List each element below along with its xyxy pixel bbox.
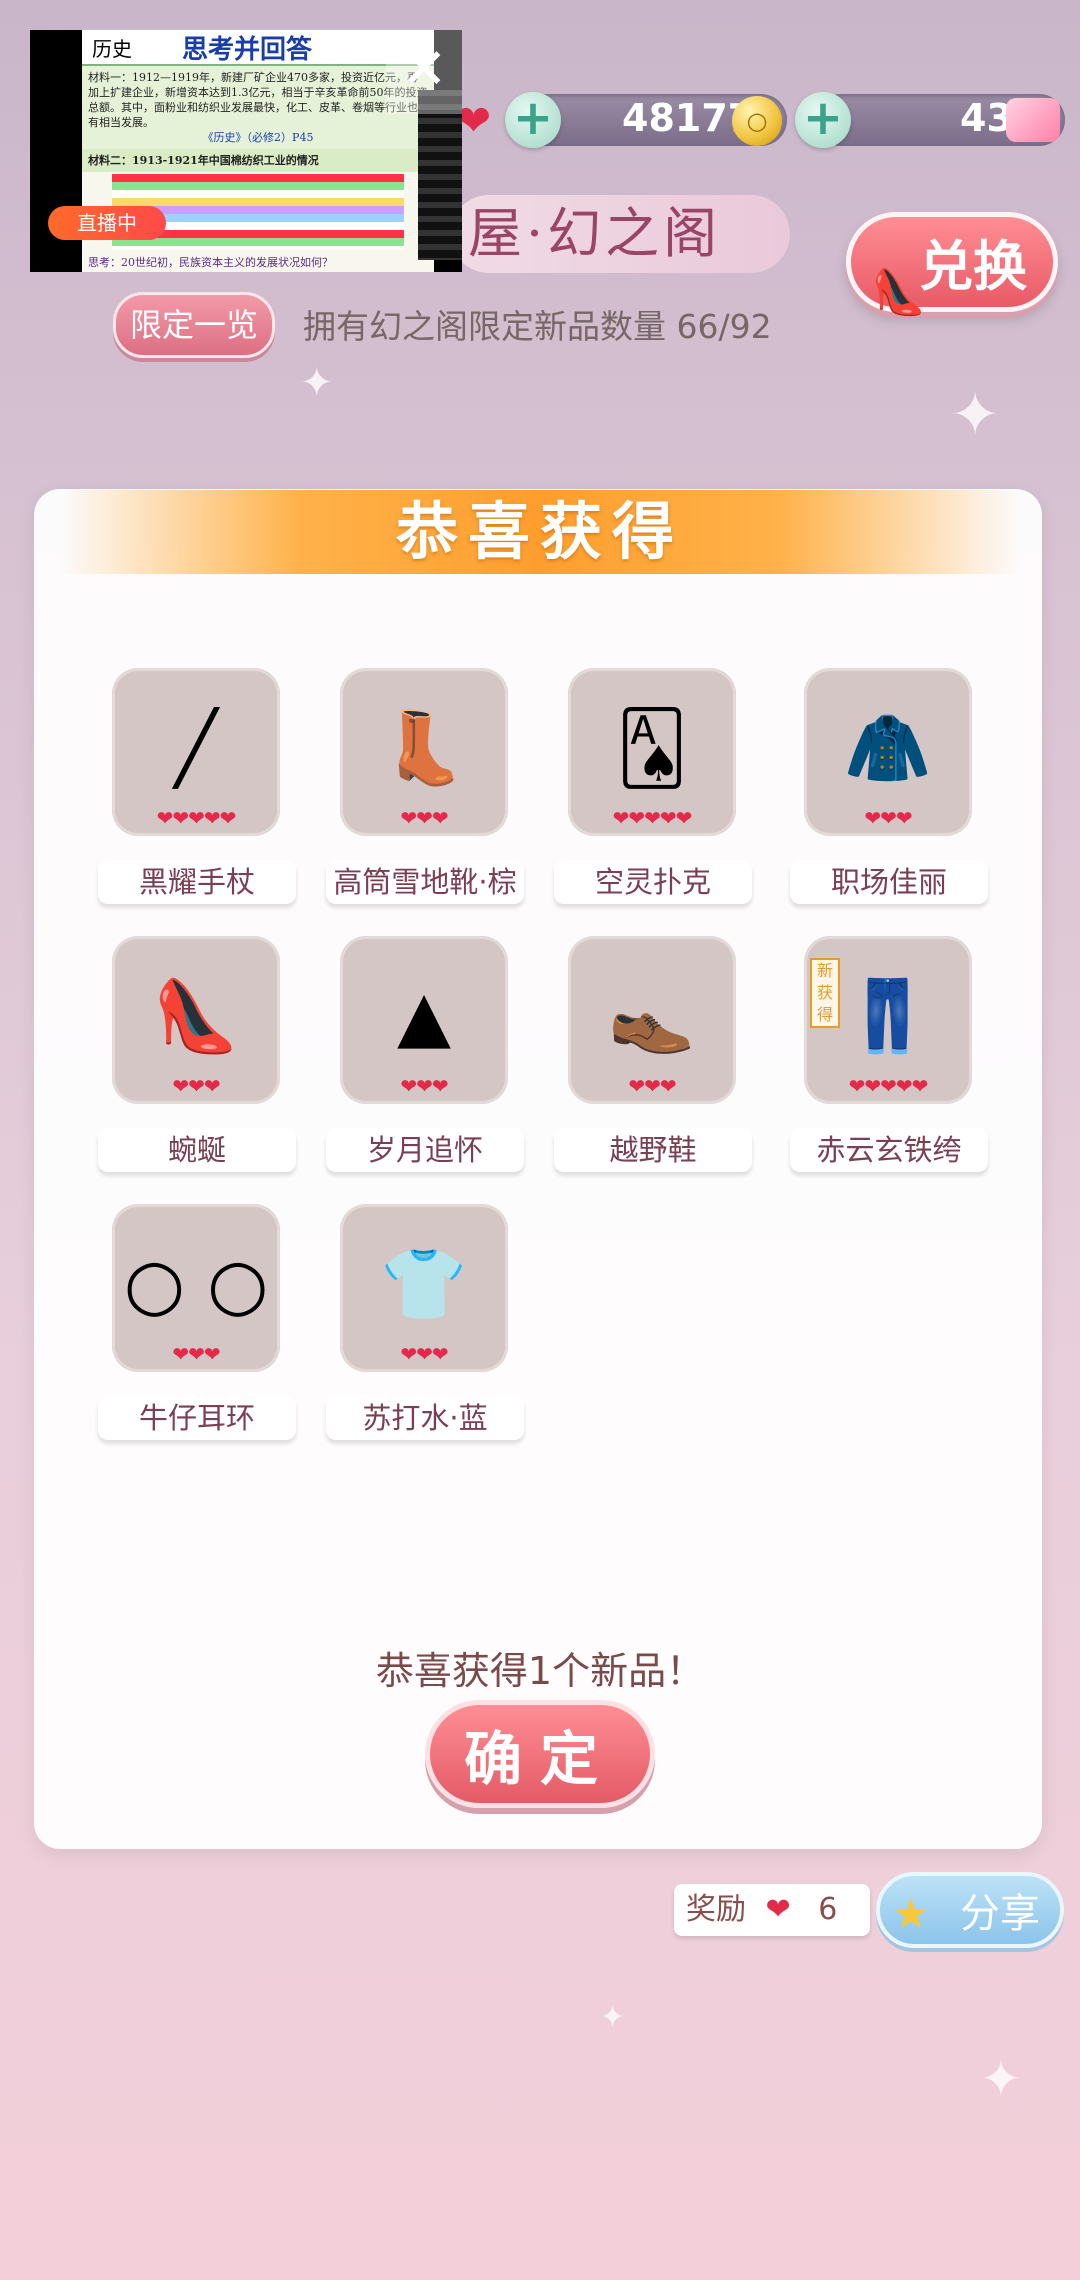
item-rarity-hearts: ❤❤❤ xyxy=(628,1074,676,1098)
add-coins-button[interactable]: + xyxy=(505,92,561,148)
item-name-label: 越野鞋 xyxy=(554,1128,752,1172)
limited-list-button[interactable]: 限定一览 xyxy=(113,292,275,358)
congrats-text: 恭喜获得1个新品！ xyxy=(375,1649,705,1693)
item-rarity-hearts: ❤❤❤ xyxy=(400,806,448,830)
exchange-button[interactable]: 👠 兑换 xyxy=(846,212,1058,318)
new-tag: 新获得 xyxy=(810,958,840,1028)
item-thumbnail: 🂡 ❤❤❤❤❤ xyxy=(568,668,736,836)
heels-icon: 👠 xyxy=(152,975,240,1057)
jacket-icon: 🧥 xyxy=(844,707,932,789)
live-badge: 直播中 xyxy=(48,206,166,240)
earrings-icon: ○ ○ xyxy=(123,1243,269,1325)
item-rarity-hearts: ❤❤❤❤❤ xyxy=(612,806,693,830)
gem-icon xyxy=(1006,98,1060,142)
item-name-label: 黑耀手杖 xyxy=(98,860,296,904)
doc-header: 历史 思考并回答 xyxy=(82,30,434,66)
doc-material-1: 材料一：1912—1919年，新建厂矿企业470多家，投资近亿元，再加上扩建企业… xyxy=(82,66,434,149)
item-rarity-hearts: ❤❤❤ xyxy=(864,806,912,830)
sparkle-icon: ✦ xyxy=(600,2000,626,2035)
doc-question: 思考：20世纪初，民族资本主义的发展状况如何？ xyxy=(88,256,333,269)
cards-icon: 🂡 xyxy=(616,707,688,789)
share-label: 分享 xyxy=(960,1891,1040,1937)
item-rarity-hearts: ❤❤❤❤❤ xyxy=(848,1074,929,1098)
sparkle-icon: ✦ xyxy=(950,380,1001,450)
reward-item[interactable]: 🂡 ❤❤❤❤❤ 空灵扑克 xyxy=(554,668,764,908)
share-button[interactable]: ★ 分享 xyxy=(876,1872,1064,1948)
cane-icon: ╱ xyxy=(174,707,218,789)
item-thumbnail: 👢 ❤❤❤ xyxy=(340,668,508,836)
close-video-button[interactable]: ✕ xyxy=(386,30,462,114)
owned-count-text: 拥有幻之阁限定新品数量 66/92 xyxy=(303,307,772,346)
item-name-label: 苏打水·蓝 xyxy=(326,1396,524,1440)
doc-material-2: 材料二：1913-1921年中国棉纺织工业的情况 xyxy=(82,149,434,172)
reward-item[interactable]: 👖 新获得 ❤❤❤❤❤ 赤云玄铁绔 xyxy=(790,936,1000,1176)
reward-item[interactable]: 👢 ❤❤❤ 高筒雪地靴·棕 xyxy=(326,668,536,908)
item-name-label: 空灵扑克 xyxy=(554,860,752,904)
item-thumbnail: ○ ○ ❤❤❤ xyxy=(112,1204,280,1372)
exchange-label: 兑换 xyxy=(919,235,1027,298)
item-name-label: 职场佳丽 xyxy=(790,860,988,904)
item-thumbnail: 👕 ❤❤❤ xyxy=(340,1204,508,1372)
doc-title: 思考并回答 xyxy=(182,34,313,65)
page-title: 屋·幻之阁 xyxy=(450,195,790,273)
item-rarity-hearts: ❤❤❤ xyxy=(400,1074,448,1098)
reward-item[interactable]: 👞 ❤❤❤ 越野鞋 xyxy=(554,936,764,1176)
star-wand-icon: ★ xyxy=(892,1889,930,1938)
item-name-label: 岁月追怀 xyxy=(326,1128,524,1172)
sparkle-icon: ✦ xyxy=(980,2050,1022,2108)
heart-icon: ❤ xyxy=(765,1892,791,1927)
reward-badge: 奖励 ❤ 6 xyxy=(674,1884,870,1936)
reward-item[interactable]: ○ ○ ❤❤❤ 牛仔耳环 xyxy=(98,1204,308,1444)
reward-label: 奖励 xyxy=(686,1892,746,1927)
reward-item[interactable]: ╱ ❤❤❤❤❤ 黑耀手杖 xyxy=(98,668,308,908)
video-side-text xyxy=(418,90,462,260)
item-name-label: 蜿蜒 xyxy=(98,1128,296,1172)
doc-subject: 历史 xyxy=(92,36,132,61)
item-name-label: 赤云玄铁绔 xyxy=(790,1128,988,1172)
doc-material-1-text: 材料一：1912—1919年，新建厂矿企业470多家，投资近亿元，再加上扩建企业… xyxy=(88,71,428,129)
shirt-icon: 👕 xyxy=(380,1243,468,1325)
reward-item[interactable]: 👕 ❤❤❤ 苏打水·蓝 xyxy=(326,1204,536,1444)
item-thumbnail: ▲ ❤❤❤ xyxy=(340,936,508,1104)
shoes-icon: 👞 xyxy=(608,975,696,1057)
item-thumbnail: 👖 新获得 ❤❤❤❤❤ xyxy=(804,936,972,1104)
item-rarity-hearts: ❤❤❤ xyxy=(400,1342,448,1366)
reward-item[interactable]: 👠 ❤❤❤ 蜿蜒 xyxy=(98,936,308,1176)
congrats-ribbon: 恭喜获得 xyxy=(60,490,1020,574)
glass-slipper-icon: 👠 xyxy=(871,267,926,318)
sparkle-icon: ✦ xyxy=(300,360,334,406)
item-rarity-hearts: ❤❤❤ xyxy=(172,1342,220,1366)
doc-material-1-source: 《历史》（必修2）P45 xyxy=(202,131,314,144)
item-name-label: 高筒雪地靴·棕 xyxy=(326,860,524,904)
gem-count: 43 xyxy=(960,96,1013,140)
item-rarity-hearts: ❤❤❤ xyxy=(172,1074,220,1098)
reward-count: 6 xyxy=(818,1892,838,1927)
reward-item[interactable]: 🧥 ❤❤❤ 职场佳丽 xyxy=(790,668,1000,908)
item-rarity-hearts: ❤❤❤❤❤ xyxy=(156,806,237,830)
item-name-label: 牛仔耳环 xyxy=(98,1396,296,1440)
floating-video-player[interactable]: 历史 思考并回答 材料一：1912—1919年，新建厂矿企业470多家，投资近亿… xyxy=(30,30,462,272)
item-thumbnail: 🧥 ❤❤❤ xyxy=(804,668,972,836)
item-thumbnail: 👠 ❤❤❤ xyxy=(112,936,280,1104)
skirt-icon: ▲ xyxy=(397,975,451,1057)
add-gems-button[interactable]: + xyxy=(795,92,851,148)
item-thumbnail: 👞 ❤❤❤ xyxy=(568,936,736,1104)
boots-icon: 👢 xyxy=(380,707,468,789)
confirm-button[interactable]: 确定 xyxy=(425,1700,655,1808)
reward-item[interactable]: ▲ ❤❤❤ 岁月追怀 xyxy=(326,936,536,1176)
coin-icon: ○ xyxy=(732,96,782,146)
item-thumbnail: ╱ ❤❤❤❤❤ xyxy=(112,668,280,836)
